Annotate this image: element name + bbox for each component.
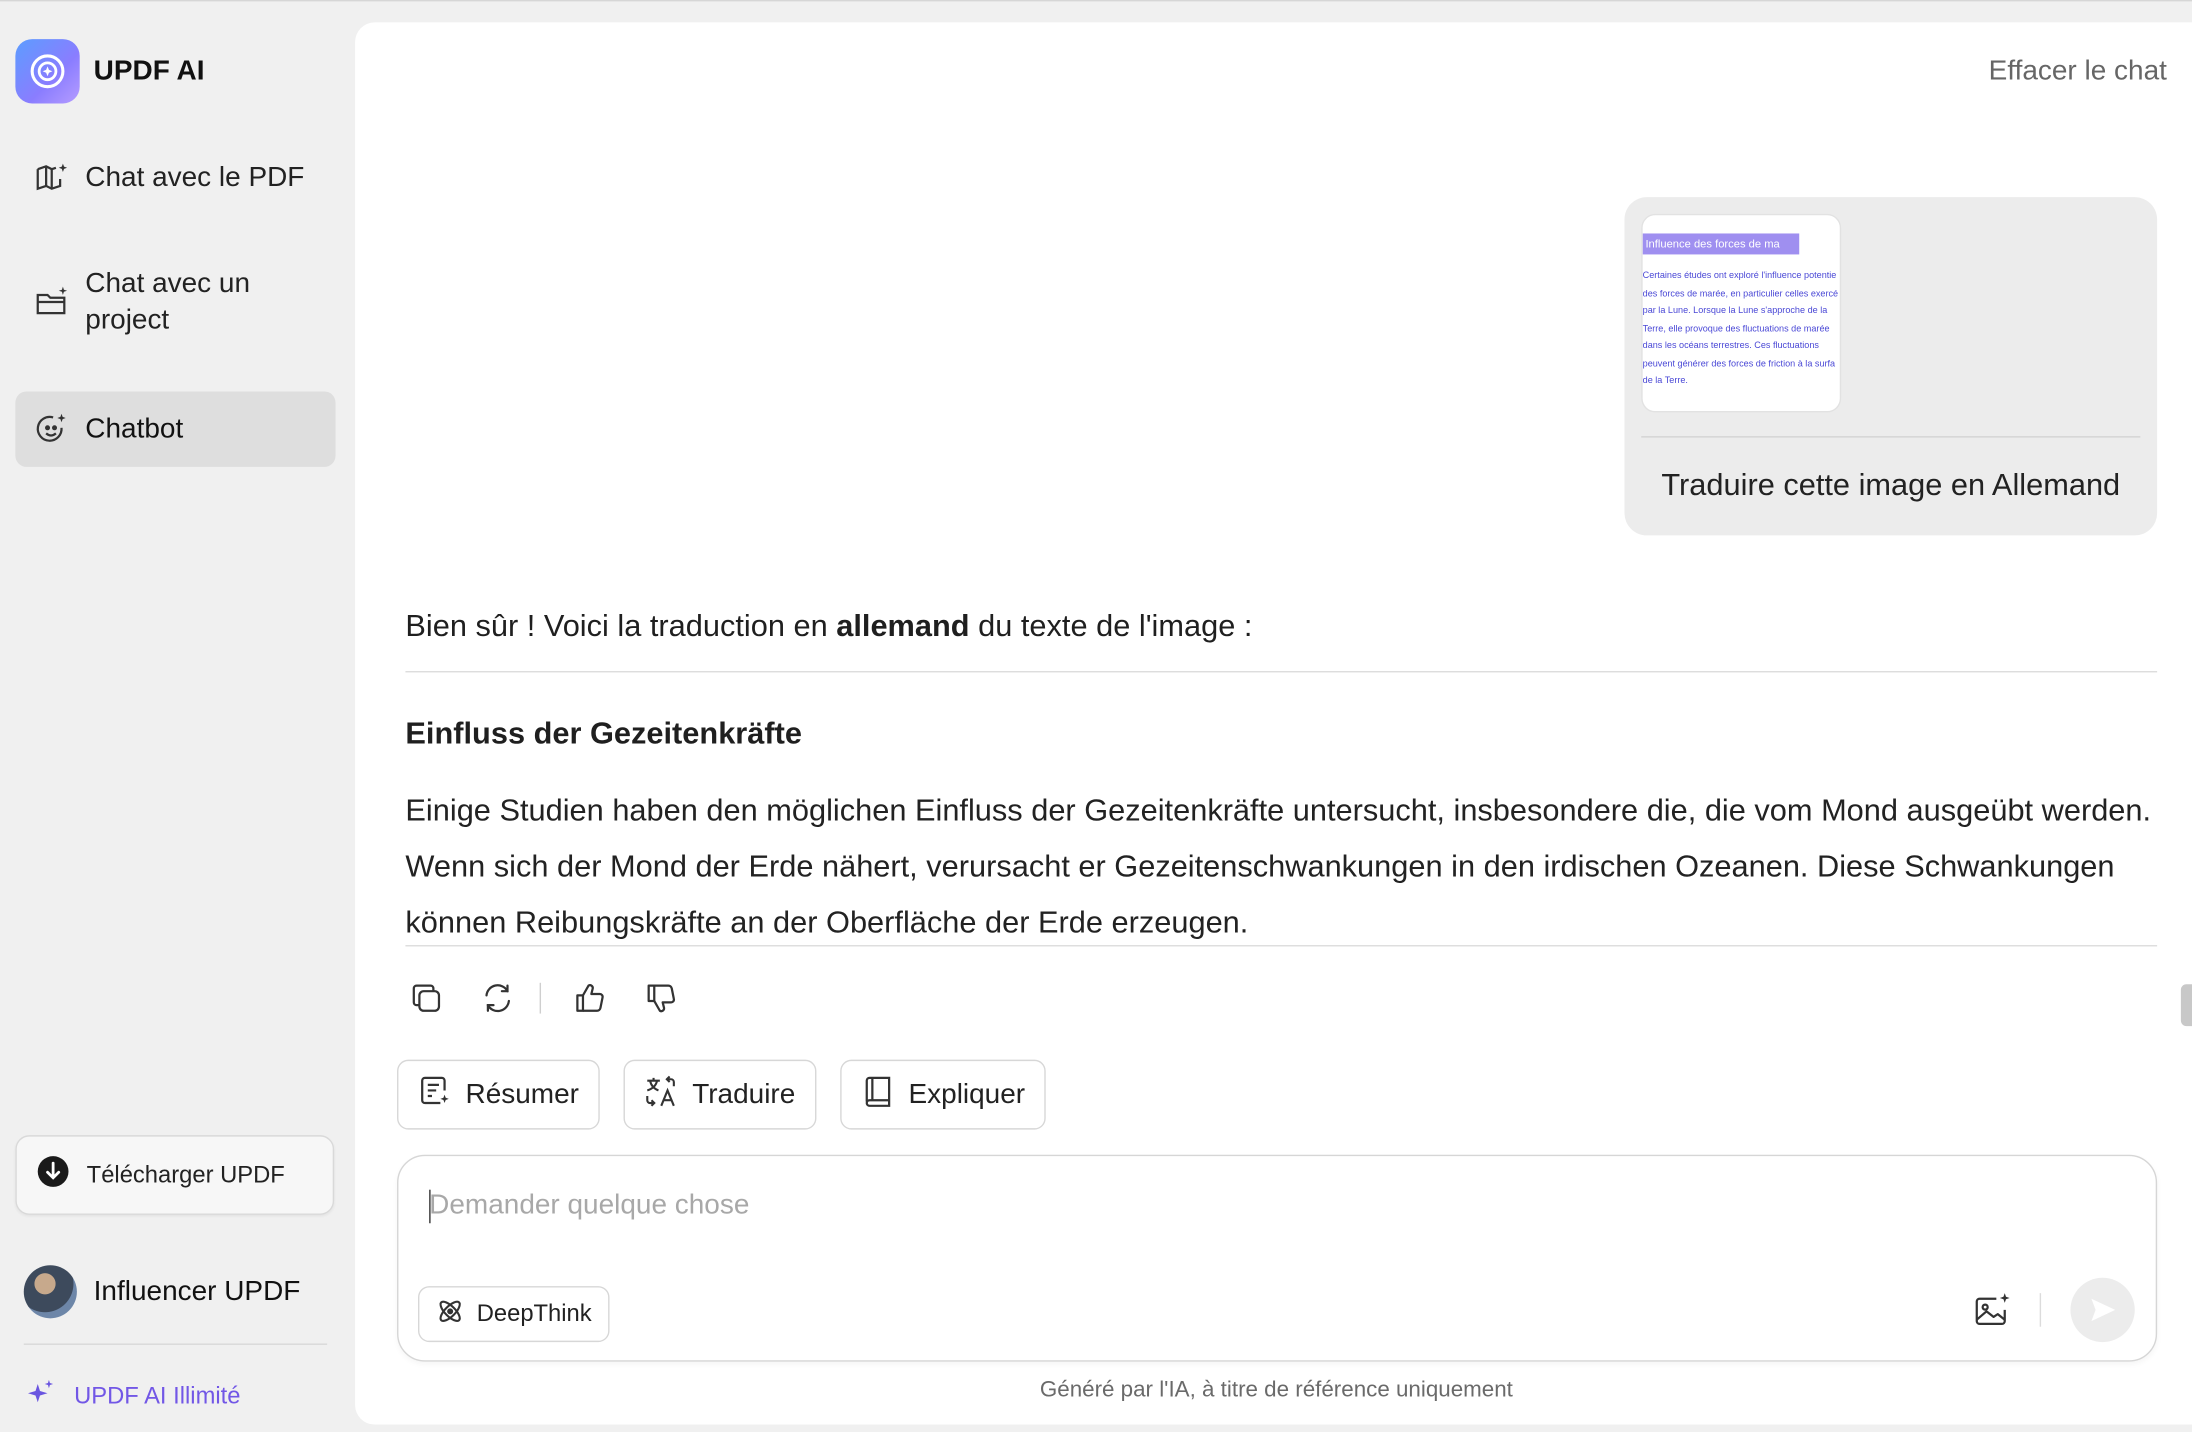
book-spark-icon — [34, 159, 70, 195]
user-message-bubble: Influence des forces de ma Certaines étu… — [1624, 197, 2158, 536]
message-divider — [1641, 436, 2141, 438]
answer-heading: Einfluss der Gezeitenkräfte — [405, 715, 802, 751]
brand-name: UPDF AI — [93, 55, 205, 86]
download-updf-button[interactable]: Télécharger UPDF — [15, 1135, 335, 1215]
attachment-title: Influence des forces de ma — [1642, 233, 1800, 255]
attachment-line: peuvent générer des forces de friction à… — [1642, 359, 1836, 370]
book-icon — [860, 1073, 896, 1116]
sidebar-divider — [23, 1343, 328, 1345]
sidebar-item-chat-project[interactable]: Chat avec un project — [15, 260, 335, 344]
answer-intro-text: Bien sûr ! Voici la traduction en — [405, 608, 837, 644]
upgrade-label: UPDF AI Illimité — [74, 1381, 241, 1409]
deepthink-toggle[interactable]: DeepThink — [418, 1286, 610, 1343]
chat-panel: Effacer le chat Influence des forces de … — [355, 22, 2192, 1425]
attachment-line: Terre, elle provoque des fluctuations de… — [1642, 324, 1830, 335]
translate-label: Traduire — [692, 1078, 796, 1110]
ask-input[interactable] — [429, 1181, 1688, 1229]
attachment-line: de la Terre. — [1642, 376, 1688, 386]
image-upload-icon[interactable] — [1970, 1289, 2015, 1334]
bot-face-icon — [34, 411, 70, 447]
attachment-line: Certaines études ont exploré l'influence… — [1642, 271, 1837, 281]
answer-intro: Bien sûr ! Voici la traduction en allema… — [405, 604, 2157, 649]
message-actions — [405, 977, 711, 1019]
send-icon — [2091, 1298, 2116, 1322]
actions-separator — [539, 982, 542, 1014]
quick-actions: Résumer Traduire Expliquer — [397, 1059, 1070, 1130]
answer-intro-text: du texte de l'image : — [969, 608, 1253, 644]
message-composer: DeepThink — [397, 1154, 2158, 1362]
answer-intro-bold: allemand — [836, 608, 970, 644]
attachment-line: dans les océans terrestres. Ces fluctuat… — [1642, 341, 1819, 351]
translate-icon — [643, 1073, 679, 1116]
sidebar-item-chat-pdf[interactable]: Chat avec le PDF — [15, 148, 335, 207]
send-button[interactable] — [2070, 1277, 2135, 1343]
thumbs-down-icon[interactable] — [640, 977, 682, 1019]
sidebar-item-label: Chatbot — [85, 413, 184, 445]
download-label: Télécharger UPDF — [86, 1161, 285, 1188]
summarize-icon — [417, 1073, 453, 1116]
deepthink-label: DeepThink — [476, 1300, 592, 1327]
answer-divider — [405, 671, 2158, 673]
composer-separator — [2039, 1293, 2042, 1327]
summarize-label: Résumer — [465, 1078, 579, 1110]
user-profile[interactable]: Influencer UPDF — [23, 1265, 301, 1319]
summarize-button[interactable]: Résumer — [397, 1059, 600, 1130]
user-message-text: Traduire cette image en Allemand — [1661, 466, 2121, 502]
user-name: Influencer UPDF — [93, 1275, 301, 1307]
assistant-message: Bien sûr ! Voici la traduction en allema… — [405, 604, 2158, 947]
sparkle-icon — [24, 1376, 58, 1417]
avatar — [23, 1265, 77, 1319]
image-attachment-thumbnail[interactable]: Influence des forces de ma Certaines étu… — [1641, 213, 1842, 413]
attachment-line: par la Lune. Lorsque la Lune s'approche … — [1642, 306, 1828, 316]
download-icon — [36, 1155, 70, 1196]
sidebar-item-chatbot[interactable]: Chatbot — [15, 391, 336, 467]
thumbs-up-icon[interactable] — [569, 977, 611, 1019]
brand[interactable]: UPDF AI — [15, 39, 205, 104]
scrollbar-thumb[interactable] — [2180, 984, 2192, 1027]
answer-divider — [405, 945, 2158, 947]
sidebar-item-label: Chat avec un project — [85, 268, 251, 336]
sidebar-item-label: Chat avec le PDF — [85, 162, 305, 193]
folder-spark-icon — [34, 284, 70, 320]
explain-label: Expliquer — [908, 1078, 1026, 1110]
text-caret — [429, 1189, 431, 1224]
upgrade-link[interactable]: UPDF AI Illimité — [24, 1376, 241, 1417]
clear-chat-button[interactable]: Effacer le chat — [1989, 56, 2167, 88]
ai-disclaimer: Généré par l'IA, à titre de référence un… — [1039, 1378, 1513, 1403]
updf-ai-logo-icon — [15, 39, 80, 104]
sidebar: UPDF AI Chat avec le PDF Chat avec un pr… — [0, 0, 352, 1432]
attachment-line: des forces de marée, en particulier cell… — [1642, 289, 1839, 300]
explain-button[interactable]: Expliquer — [840, 1059, 1047, 1130]
regenerate-icon[interactable] — [477, 977, 519, 1019]
atom-icon — [435, 1295, 466, 1333]
answer-body: Einige Studien haben den möglichen Einfl… — [405, 792, 2152, 940]
translate-button[interactable]: Traduire — [623, 1059, 817, 1130]
copy-icon[interactable] — [405, 977, 447, 1019]
